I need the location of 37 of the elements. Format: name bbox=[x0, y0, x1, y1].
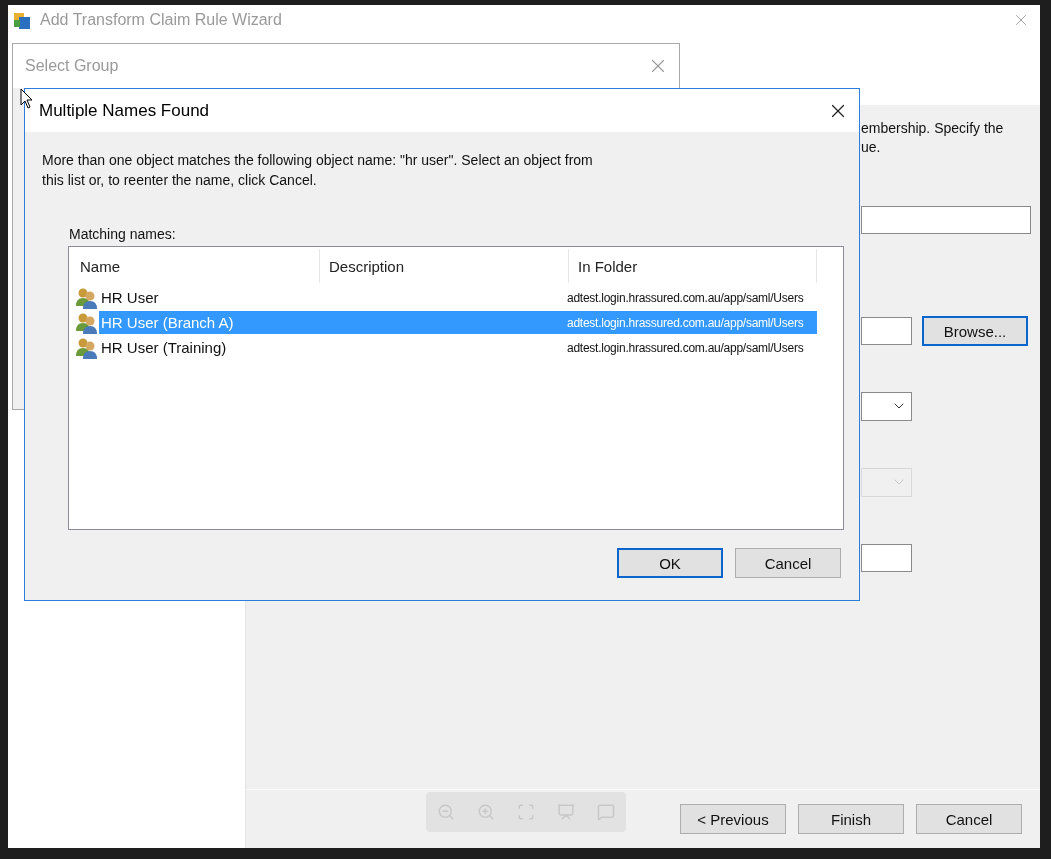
dialog-title: Select Group bbox=[25, 57, 119, 75]
folder-cell: adtest.login.hrassured.com.au/app/saml/Users bbox=[567, 315, 804, 330]
column-header[interactable]: In Folder bbox=[569, 249, 817, 283]
dropdown[interactable] bbox=[861, 391, 912, 421]
text-field[interactable] bbox=[861, 544, 912, 572]
users-icon bbox=[75, 286, 99, 309]
list-row[interactable]: HR User (Training) adtest.login.hrassured.com.au/app/saml/Users bbox=[99, 336, 817, 359]
name-cell-text: HR User (Training) bbox=[100, 339, 228, 356]
column-header[interactable]: Description bbox=[320, 249, 569, 283]
name-cell-text: HR User (Branch A) bbox=[100, 314, 235, 331]
name-cell-text: HR User bbox=[100, 289, 160, 306]
column-header[interactable]: Name bbox=[71, 249, 320, 283]
zoom-in-icon[interactable] bbox=[477, 803, 495, 821]
users-icon bbox=[75, 336, 99, 359]
list-row[interactable]: HR User adtest.login.hrassured.com.au/app/saml/Users bbox=[99, 286, 817, 309]
description-text: embership. Specify the bbox=[861, 119, 1005, 138]
text-field[interactable] bbox=[861, 206, 1031, 234]
dialog-button[interactable]: Cancel bbox=[735, 548, 841, 578]
zoom-out-icon[interactable] bbox=[437, 803, 455, 821]
message-text: More than one object matches the following object name: "hr user". Select an object from this list or, to reenter the name, click Cancel. bbox=[42, 151, 594, 190]
users-icon bbox=[75, 311, 99, 334]
browse-button[interactable]: Browse... bbox=[922, 316, 1028, 346]
folder-cell: adtest.login.hrassured.com.au/app/saml/Users bbox=[567, 290, 804, 305]
wizard-button[interactable]: Finish bbox=[798, 804, 904, 834]
wizard-button[interactable]: < Previous bbox=[680, 804, 786, 834]
folder-cell: adtest.login.hrassured.com.au/app/saml/Users bbox=[567, 340, 804, 355]
wizard-button[interactable]: Cancel bbox=[916, 804, 1022, 834]
window-title: Add Transform Claim Rule Wizard bbox=[40, 11, 282, 29]
presentation-icon[interactable] bbox=[557, 803, 575, 821]
comment-icon[interactable] bbox=[597, 803, 615, 821]
description-text: ue. bbox=[861, 138, 882, 157]
fullscreen-icon[interactable] bbox=[517, 803, 535, 821]
dialog-title: Multiple Names Found bbox=[39, 100, 210, 121]
text-field[interactable] bbox=[861, 317, 912, 345]
list-label: Matching names: bbox=[69, 226, 176, 242]
app-icon bbox=[12, 10, 32, 30]
dialog-button[interactable]: OK bbox=[617, 548, 723, 578]
